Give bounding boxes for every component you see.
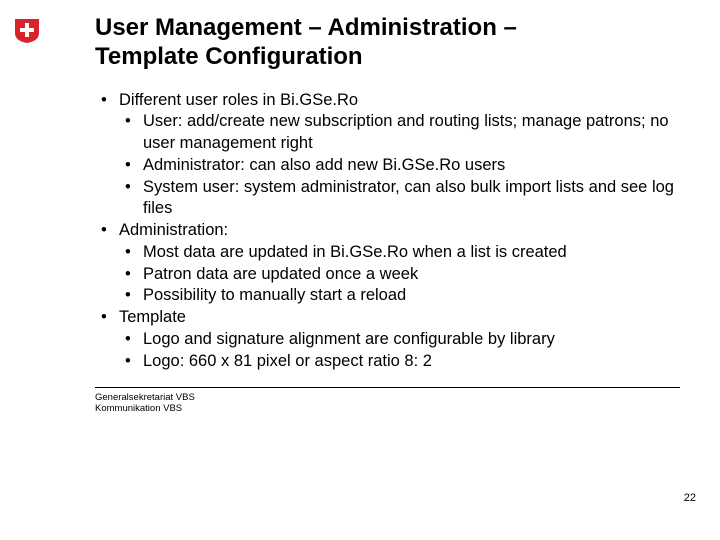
bullet-text: Patron data are updated once a week	[143, 265, 418, 283]
bullet-text: Different user roles in Bi.GSe.Ro	[119, 91, 358, 109]
bullet-text: System user: system administrator, can a…	[143, 178, 674, 218]
bullet-list: Different user roles in Bi.GSe.Ro User: …	[95, 90, 680, 373]
list-item: Administration: Most data are updated in…	[95, 220, 680, 307]
bullet-text: User: add/create new subscription and ro…	[143, 112, 669, 152]
list-item: Different user roles in Bi.GSe.Ro User: …	[95, 90, 680, 221]
list-item: Logo: 660 x 81 pixel or aspect ratio 8: …	[119, 351, 680, 373]
swiss-shield-icon	[14, 18, 40, 44]
list-item: Template Logo and signature alignment ar…	[95, 307, 680, 372]
bullet-text: Template	[119, 308, 186, 326]
title-line-2: Template Configuration	[95, 43, 363, 70]
bullet-text: Logo and signature alignment are configu…	[143, 330, 555, 348]
footer: Generalsekretariat VBS Kommunikation VBS	[95, 392, 680, 416]
list-item: System user: system administrator, can a…	[119, 177, 680, 221]
list-item: Patron data are updated once a week	[119, 264, 680, 286]
footer-line: Generalsekretariat VBS	[95, 392, 680, 404]
bullet-text: Logo: 660 x 81 pixel or aspect ratio 8: …	[143, 352, 432, 370]
title-line-1: User Management – Administration –	[95, 14, 517, 41]
slide-content: User Management – Administration – Templ…	[95, 14, 680, 415]
list-item: Administrator: can also add new Bi.GSe.R…	[119, 155, 680, 177]
list-item: Logo and signature alignment are configu…	[119, 329, 680, 351]
footer-divider	[95, 387, 680, 388]
list-item: Most data are updated in Bi.GSe.Ro when …	[119, 242, 680, 264]
list-item: Possibility to manually start a reload	[119, 285, 680, 307]
list-item: User: add/create new subscription and ro…	[119, 111, 680, 155]
footer-line: Kommunikation VBS	[95, 403, 680, 415]
bullet-text: Most data are updated in Bi.GSe.Ro when …	[143, 243, 567, 261]
page-title: User Management – Administration – Templ…	[95, 14, 680, 72]
bullet-text: Administrator: can also add new Bi.GSe.R…	[143, 156, 505, 174]
bullet-text: Administration:	[119, 221, 228, 239]
bullet-text: Possibility to manually start a reload	[143, 286, 406, 304]
page-number: 22	[684, 492, 696, 504]
